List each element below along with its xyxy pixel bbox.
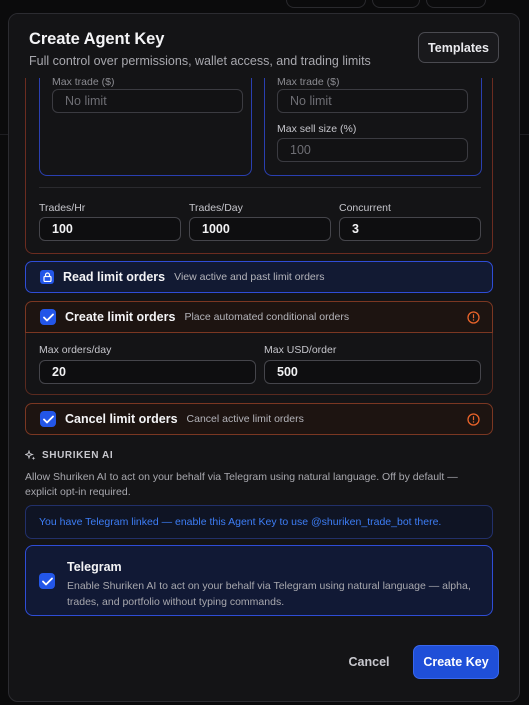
trades-hr-input[interactable]: 100	[39, 217, 181, 241]
create-agent-key-modal: Max trade ($) No limit Max trade ($) No …	[8, 13, 520, 702]
cancel-limit-orders-title: Cancel limit orders	[65, 412, 178, 426]
check-icon	[41, 577, 53, 585]
read-limit-orders-description: View active and past limit orders	[174, 271, 325, 283]
create-limit-orders-title: Create limit orders	[65, 310, 176, 324]
create-key-button[interactable]: Create Key	[413, 645, 499, 679]
create-limit-orders-settings: Max orders/day 20 Max USD/order 500	[25, 333, 493, 395]
shuriken-ai-heading: SHURIKEN AI	[25, 450, 113, 461]
max-usd-order-input[interactable]: 500	[264, 360, 481, 384]
trades-day-input[interactable]: 1000	[189, 217, 331, 241]
sell-max-trade-input[interactable]: No limit	[277, 89, 468, 113]
cancel-limit-orders-checkbox[interactable]	[40, 411, 56, 427]
lock-icon	[40, 270, 54, 284]
create-limit-orders-toggle[interactable]: Create limit orders Place automated cond…	[25, 301, 493, 333]
warning-icon	[467, 413, 480, 426]
section-divider	[39, 187, 481, 188]
trade-limits-section: Max trade ($) No limit Max trade ($) No …	[25, 54, 493, 254]
trades-day-label: Trades/Day	[189, 202, 243, 214]
modal-title: Create Agent Key	[29, 30, 165, 48]
read-limit-orders-toggle[interactable]: Read limit orders View active and past l…	[25, 261, 493, 293]
cancel-limit-orders-description: Cancel active limit orders	[186, 413, 304, 425]
cancel-button[interactable]: Cancel	[339, 646, 399, 678]
shuriken-ai-title: SHURIKEN AI	[42, 450, 114, 461]
max-orders-day-label: Max orders/day	[39, 344, 112, 356]
modal-header: Create Agent Key Full control over permi…	[9, 14, 519, 78]
concurrent-input[interactable]: 3	[339, 217, 481, 241]
concurrent-label: Concurrent	[339, 202, 391, 214]
telegram-checkbox[interactable]	[39, 573, 55, 589]
telegram-title: Telegram	[67, 560, 122, 574]
telegram-linked-notice: You have Telegram linked — enable this A…	[25, 505, 493, 539]
check-icon	[42, 415, 54, 423]
background-pill	[426, 0, 486, 8]
max-sell-size-label: Max sell size (%)	[277, 123, 357, 135]
background-divider	[0, 134, 8, 135]
create-limit-orders-checkbox[interactable]	[40, 309, 56, 325]
cancel-limit-orders-toggle[interactable]: Cancel limit orders Cancel active limit …	[25, 403, 493, 435]
trades-hr-label: Trades/Hr	[39, 202, 86, 214]
modal-subtitle: Full control over permissions, wallet ac…	[29, 54, 371, 68]
sparkle-icon	[25, 450, 36, 461]
shuriken-ai-description: Allow Shuriken AI to act on your behalf …	[25, 471, 458, 498]
max-sell-size-input[interactable]: 100	[277, 138, 468, 162]
background-pill	[286, 0, 366, 8]
telegram-toggle-card[interactable]: Telegram Enable Shuriken AI to act on yo…	[25, 545, 493, 616]
buy-max-trade-input[interactable]: No limit	[52, 89, 243, 113]
create-limit-orders-description: Place automated conditional orders	[184, 311, 350, 323]
read-limit-orders-title: Read limit orders	[63, 270, 166, 284]
warning-icon	[467, 311, 480, 324]
templates-button[interactable]: Templates	[418, 32, 499, 63]
background-pill	[372, 0, 420, 8]
background-divider	[520, 134, 529, 135]
telegram-description: Enable Shuriken AI to act on your behalf…	[67, 580, 471, 608]
max-orders-day-input[interactable]: 20	[39, 360, 256, 384]
check-icon	[42, 313, 54, 321]
max-usd-order-label: Max USD/order	[264, 344, 337, 356]
